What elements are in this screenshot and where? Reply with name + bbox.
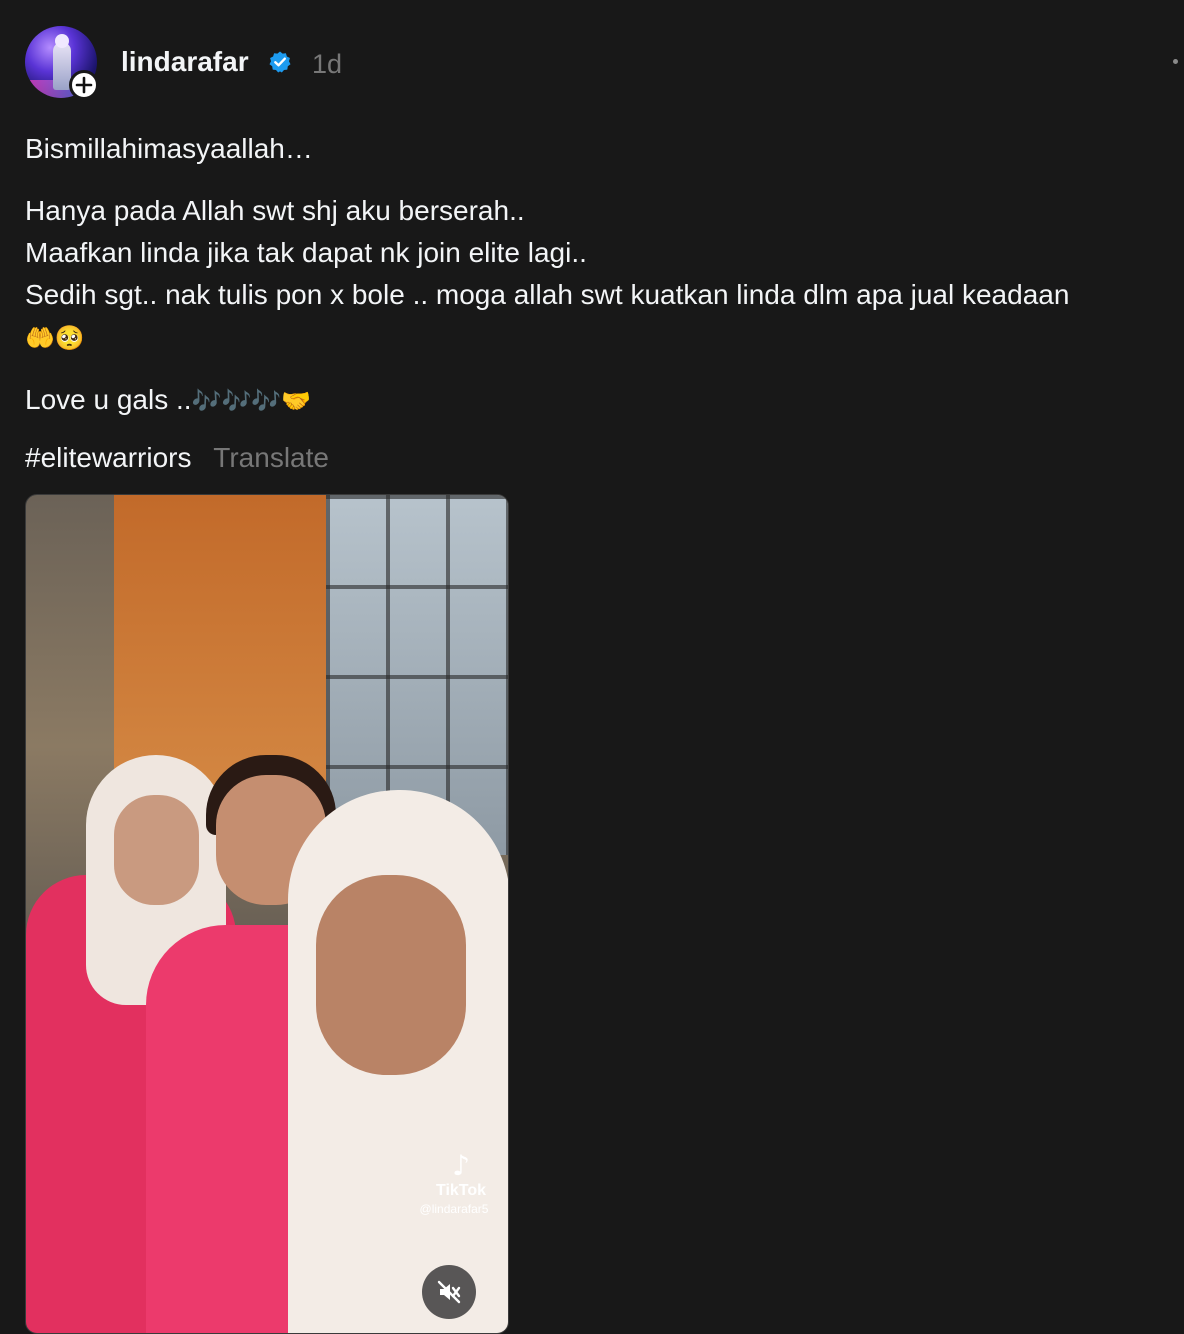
caption-line-5-emoji: 🎶🎶🎶🤝 [191,387,312,415]
video-person-face [316,875,466,1075]
caption-line-1: Bismillahimasyaallah… [25,133,313,164]
post-timestamp: 1d [312,49,343,79]
follow-button[interactable] [69,70,99,100]
caption-line-5: Love u gals .. [25,384,192,415]
video-person-face [114,795,199,905]
caption-line-2: Hanya pada Allah swt shj aku berserah.. [25,195,525,226]
tiktok-brand: TikTok [435,1182,487,1199]
caption-line-3: Maafkan linda jika tak dapat nk join eli… [25,237,587,268]
speaker-muted-icon [437,1280,461,1304]
author-username[interactable]: lindarafar [121,44,249,80]
plus-icon [75,76,93,94]
translate-button[interactable]: Translate [213,442,329,473]
avatar-head [55,34,69,48]
mute-toggle-button[interactable] [422,1265,476,1319]
tiktok-handle: @lindarafar5 [419,1202,489,1216]
post-caption: Bismillahimasyaallah… Hanya pada Allah s… [25,128,1175,422]
caption-line-4: Sedih sgt.. nak tulis pon x bole .. moga… [25,279,1070,310]
tiktok-note-icon: ♪ [452,1149,470,1182]
tiktok-watermark: ♪ TikTok @lindarafar5 [416,1151,506,1217]
tag-row: #elitewarriors Translate [25,438,329,478]
post-header: lindarafar 1d [25,26,1178,100]
verified-badge-icon [269,51,291,73]
more-icon[interactable] [1173,59,1178,64]
caption-line-4-emoji: 🤲🥺 [25,324,85,352]
post-video[interactable]: ♪ TikTok @lindarafar5 [25,494,509,1334]
hashtag-link[interactable]: #elitewarriors [25,442,192,473]
